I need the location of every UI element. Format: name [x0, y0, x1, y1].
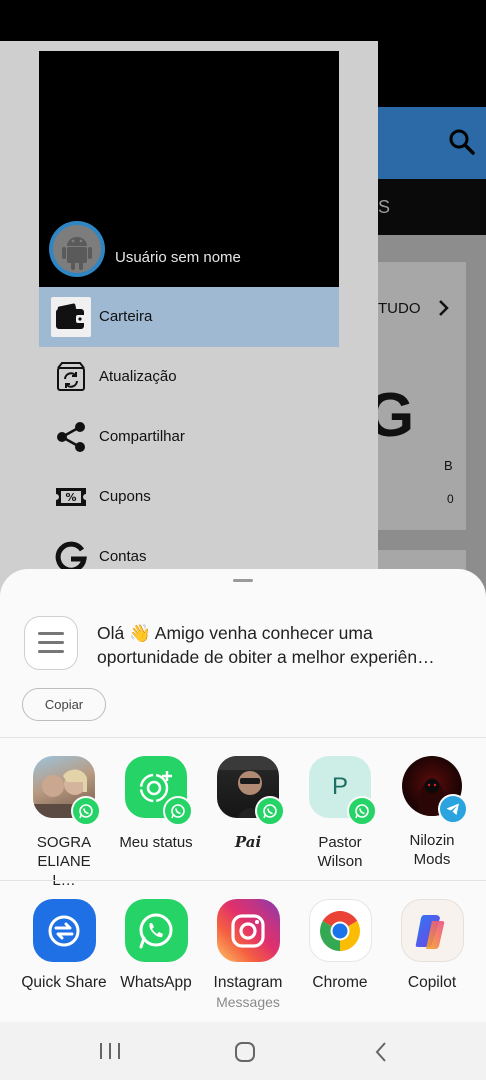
app-instagram[interactable]: Instagram Messages [202, 899, 294, 1010]
copy-button[interactable]: Copiar [22, 688, 106, 721]
home-icon[interactable] [234, 1041, 256, 1063]
avatar: P [309, 756, 377, 826]
whatsapp-badge-icon [347, 796, 377, 826]
menu-item-compartilhar[interactable]: Compartilhar [39, 407, 339, 467]
background-card-b: B [444, 458, 453, 473]
wallet-icon [51, 297, 91, 337]
sheet-drag-handle[interactable] [233, 579, 253, 582]
search-icon[interactable] [448, 128, 476, 156]
app-name: Chrome [312, 974, 368, 991]
contact-meu-status[interactable]: Meu status [110, 756, 202, 852]
instagram-icon [216, 899, 280, 962]
background-card: TUDO G B 0 [366, 262, 466, 530]
coupon-icon: % [51, 477, 91, 517]
whatsapp-badge-icon [163, 796, 193, 826]
back-icon[interactable] [374, 1041, 388, 1063]
divider [0, 880, 486, 881]
contact-nilozin-mods[interactable]: Nilozin Mods [386, 756, 478, 869]
avatar [402, 756, 468, 824]
menu-item-carteira[interactable]: Carteira [39, 287, 339, 347]
app-name: Instagram [213, 974, 283, 991]
contact-pastor-wilson[interactable]: P Pastor Wilson [294, 756, 386, 871]
system-navigation-bar [0, 1022, 486, 1080]
app-quick-share[interactable]: Quick Share [18, 899, 110, 992]
quick-share-icon [32, 899, 96, 962]
menu-item-label: Compartilhar [99, 428, 185, 445]
svg-text:%: % [65, 491, 76, 504]
whatsapp-badge-icon [71, 796, 101, 826]
contact-sogra-eliane[interactable]: SOGRA ELIANE L… [18, 756, 110, 890]
telegram-badge-icon [438, 794, 468, 824]
app-name: Copilot [407, 974, 457, 991]
shared-message-preview: Olá 👋 Amigo venha conhecer uma oportunid… [97, 621, 467, 669]
contact-initial: P [331, 773, 348, 800]
app-chrome[interactable]: Chrome [294, 899, 386, 992]
app-subtitle: Messages [216, 994, 280, 1010]
chevron-right-icon[interactable] [438, 300, 450, 316]
update-icon [51, 357, 91, 397]
contact-name: Meu status [119, 834, 193, 851]
chrome-icon [308, 899, 372, 962]
user-name: Usuário sem nome [115, 249, 241, 266]
background-card-zero: 0 [447, 492, 454, 506]
menu-item-label: Carteira [99, 308, 153, 325]
share-icon [51, 417, 91, 457]
app-name: WhatsApp [120, 974, 192, 991]
text-document-icon [24, 616, 78, 670]
contact-name: SOGRA ELIANE L… [36, 834, 92, 889]
app-name: Quick Share [21, 974, 107, 991]
whatsapp-icon [124, 899, 188, 962]
avatar [125, 756, 193, 826]
copilot-icon [400, 899, 464, 962]
contact-pai[interactable]: Pai [202, 756, 294, 852]
avatar [217, 756, 285, 826]
background-tab-fragment: S [378, 197, 391, 217]
recent-apps-icon[interactable] [99, 1042, 121, 1060]
app-copilot[interactable]: Copilot [386, 899, 478, 992]
menu-item-cupons[interactable]: % Cupons [39, 467, 339, 527]
avatar [33, 756, 101, 826]
message-line-2: oportunidade de obiter a melhor experiên… [97, 647, 435, 667]
divider [0, 737, 486, 738]
android-icon [53, 225, 101, 273]
background-tabs: S [378, 179, 486, 235]
menu-item-label: Cupons [99, 488, 151, 505]
user-avatar[interactable] [49, 221, 105, 277]
contact-name: Nilozin Mods [409, 832, 455, 868]
contact-name: Pastor Wilson [317, 834, 363, 870]
app-whatsapp[interactable]: WhatsApp [110, 899, 202, 992]
contact-name: Pai [234, 833, 262, 851]
background-card-label: TUDO [378, 300, 421, 317]
message-line-1: Olá 👋 Amigo venha conhecer uma [97, 623, 373, 643]
drawer-header: Usuário sem nome [39, 51, 339, 287]
background-toolbar [378, 107, 486, 179]
menu-item-atualizacao[interactable]: Atualização [39, 347, 339, 407]
menu-item-label: Atualização [99, 368, 177, 385]
whatsapp-badge-icon [255, 796, 285, 826]
